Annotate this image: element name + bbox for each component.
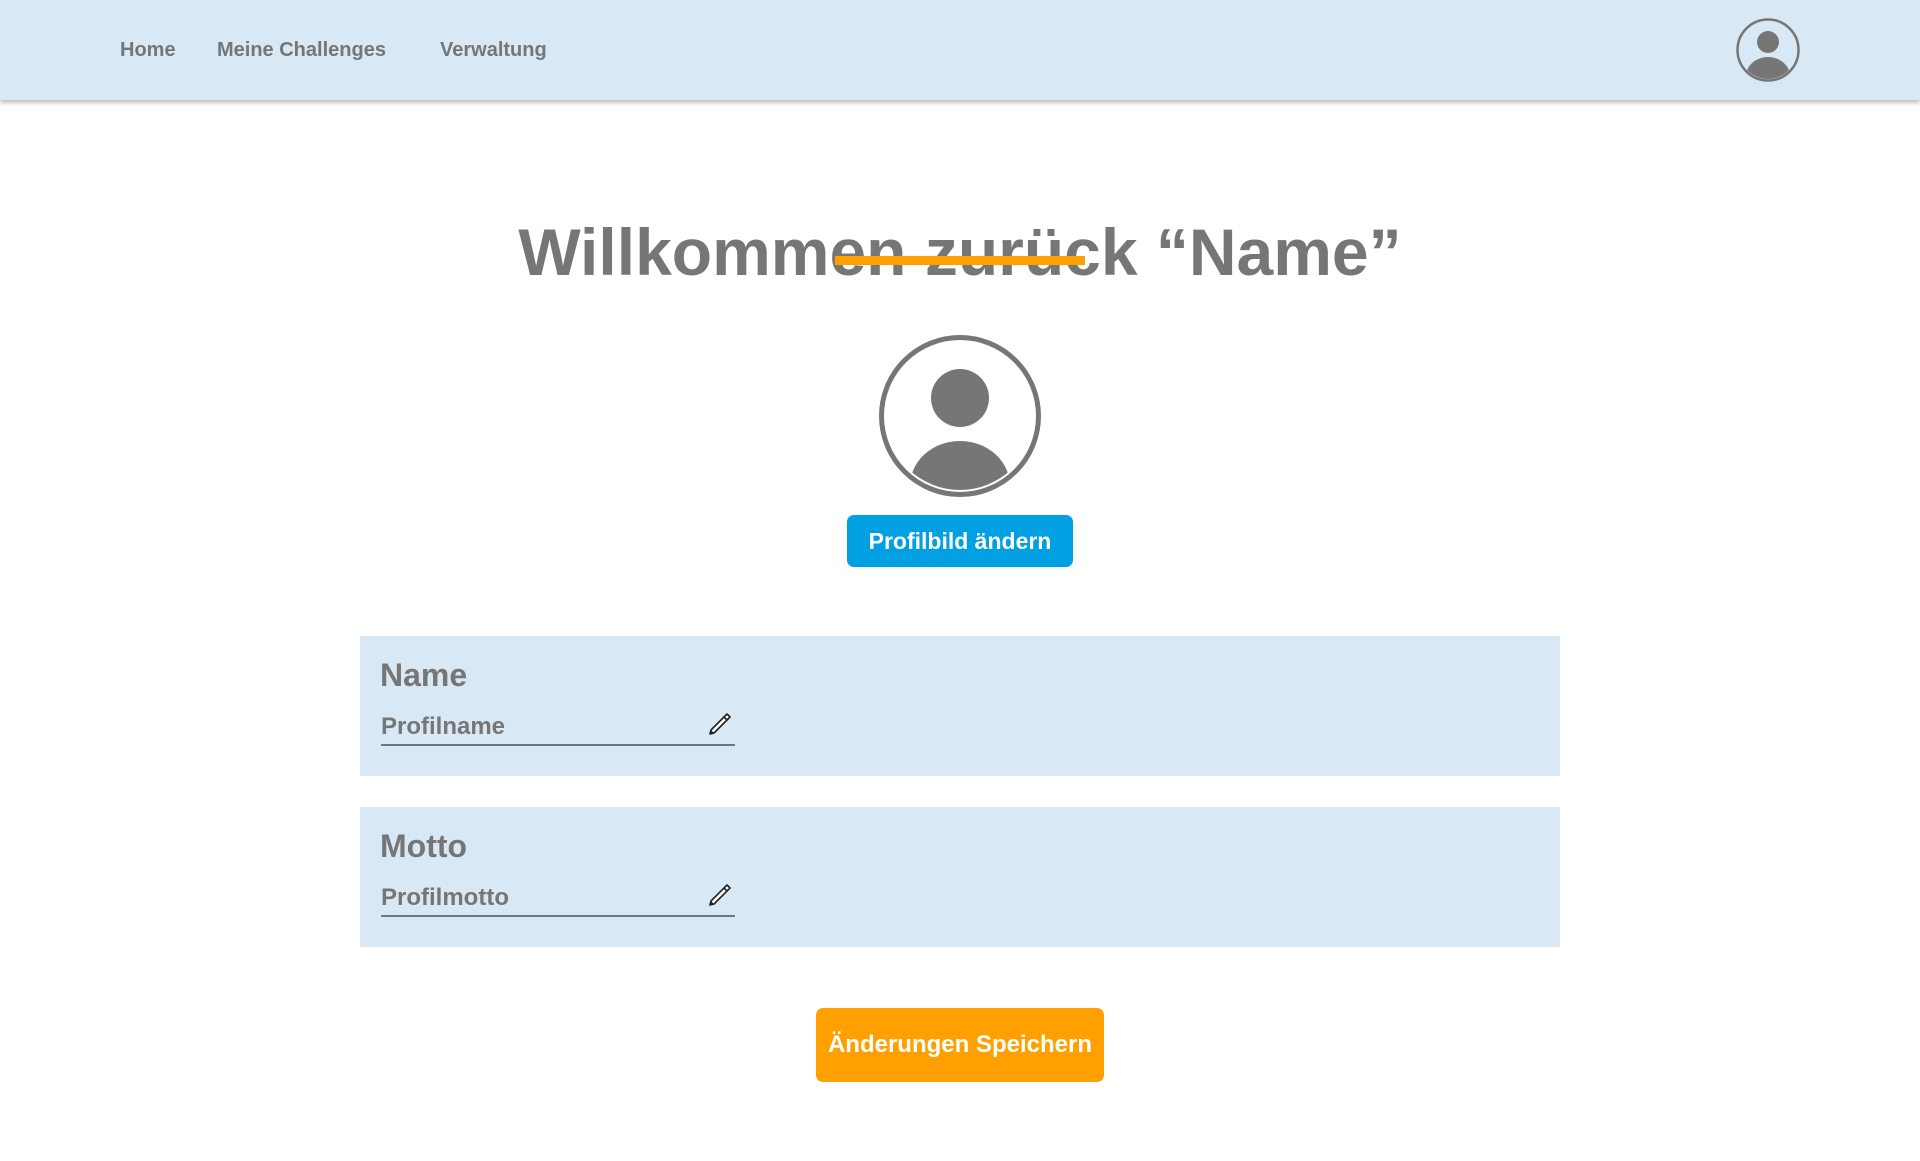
section-label-name: Name [380,657,468,693]
user-circle-icon [879,335,1041,497]
user-avatar-button[interactable] [1736,18,1800,82]
nav-item-meine-challenges[interactable]: Meine Challenges [217,38,386,62]
pencil-icon[interactable] [705,711,733,739]
page-title: Willkommen zurück “Name” [518,215,1402,290]
section-label-motto: Motto [380,828,468,864]
profile-name-field [381,710,735,746]
change-profile-picture-button[interactable]: Profilbild ändern [847,515,1073,567]
pencil-icon[interactable] [705,882,733,910]
name-section: Name [360,636,1560,776]
profile-name-input[interactable] [381,710,691,744]
save-changes-button[interactable]: Änderungen Speichern [816,1008,1104,1082]
nav-item-home[interactable]: Home [120,38,176,62]
top-navigation: Home Meine Challenges Verwaltung [0,0,1920,100]
title-underline [835,256,1085,265]
profile-picture [878,334,1042,498]
profile-motto-input[interactable] [381,881,691,915]
nav-item-verwaltung[interactable]: Verwaltung [440,38,547,62]
motto-section: Motto [360,807,1560,947]
profile-motto-field [381,881,735,917]
user-circle-icon [1736,18,1800,82]
